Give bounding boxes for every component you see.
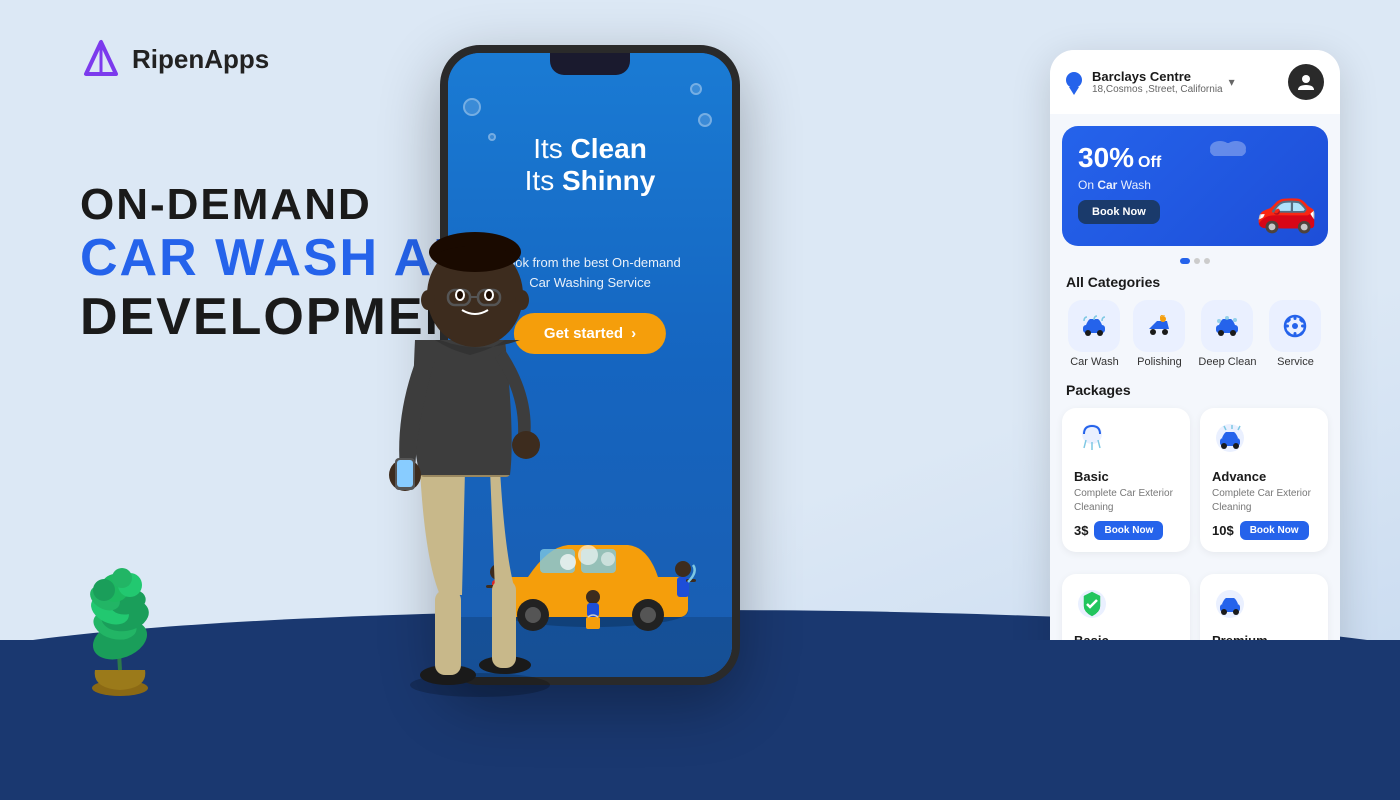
bubble-4 <box>698 113 712 127</box>
basic-package-icon <box>1074 420 1178 463</box>
cloud-icon <box>1208 136 1248 161</box>
user-icon <box>1296 72 1316 92</box>
promo-discount-row: 30% Off <box>1078 142 1312 174</box>
phone-notch <box>550 53 630 75</box>
arrow-icon: › <box>631 325 636 342</box>
basic-price-row: 3$ Book Now <box>1074 521 1178 540</box>
logo-icon <box>80 38 122 80</box>
basic2-icon <box>1074 586 1178 629</box>
promo-dots <box>1050 258 1340 264</box>
car-wash-icon <box>1080 315 1108 337</box>
promo-book-button[interactable]: Book Now <box>1078 200 1160 224</box>
advance-book-button[interactable]: Book Now <box>1240 521 1309 540</box>
car-wash-label: Car Wash <box>1070 356 1119 368</box>
promo-off-text: Off <box>1138 154 1161 172</box>
categories-grid: Car Wash Polishing <box>1050 300 1340 378</box>
character-figure <box>340 140 620 700</box>
promo-banner: 30% Off On Car Wash Book Now 🚗 <box>1062 126 1328 246</box>
service-icon <box>1282 313 1308 339</box>
advance-package-icon <box>1212 420 1316 463</box>
bubble-1 <box>463 98 481 116</box>
advance-price: 10$ <box>1212 523 1234 538</box>
categories-title: All Categories <box>1050 270 1340 300</box>
promo-car-icon: 🚗 <box>1256 177 1318 236</box>
deep-clean-icon <box>1213 315 1241 337</box>
basic-book-button[interactable]: Book Now <box>1094 521 1163 540</box>
promo-discount-text: 30% <box>1078 142 1134 174</box>
location-name: Barclays Centre <box>1092 69 1223 84</box>
user-avatar[interactable] <box>1288 64 1324 100</box>
bubble-2 <box>690 83 702 95</box>
deep-clean-icon-box <box>1201 300 1253 352</box>
category-service[interactable]: Service <box>1269 300 1321 368</box>
shower-icon <box>1074 420 1110 456</box>
chevron-down-icon[interactable]: ▾ <box>1229 75 1235 89</box>
package-advance[interactable]: Advance Complete Car Exterior Cleaning 1… <box>1200 408 1328 552</box>
package-basic[interactable]: Basic Complete Car Exterior Cleaning 3$ … <box>1062 408 1190 552</box>
location-info: Barclays Centre 18,Cosmos ,Street, Calif… <box>1092 69 1223 95</box>
deep-clean-label: Deep Clean <box>1198 356 1256 368</box>
polishing-label: Polishing <box>1137 356 1182 368</box>
basic-price: 3$ <box>1074 523 1088 538</box>
logo: RipenApps <box>80 38 269 80</box>
polishing-icon-box <box>1133 300 1185 352</box>
packages-title: Packages <box>1050 378 1340 408</box>
category-car-wash[interactable]: Car Wash <box>1068 300 1120 368</box>
advance-name: Advance <box>1212 469 1316 484</box>
dot-2 <box>1194 258 1200 264</box>
advance-car-icon <box>1212 420 1248 456</box>
basic-name: Basic <box>1074 469 1178 484</box>
dot-1 <box>1180 258 1190 264</box>
logo-text: RipenApps <box>132 44 269 75</box>
car-wash-icon-box <box>1068 300 1120 352</box>
location-pin-container <box>1066 72 1086 92</box>
service-label: Service <box>1277 356 1314 368</box>
app-header: Barclays Centre 18,Cosmos ,Street, Calif… <box>1050 50 1340 114</box>
location-address: 18,Cosmos ,Street, California <box>1092 84 1223 95</box>
shield-icon <box>1074 586 1110 622</box>
category-deep-clean[interactable]: Deep Clean <box>1198 300 1256 368</box>
premium-car-icon <box>1212 586 1248 622</box>
polishing-icon <box>1145 315 1173 337</box>
location-section: Barclays Centre 18,Cosmos ,Street, Calif… <box>1066 69 1235 95</box>
basic-desc: Complete Car Exterior Cleaning <box>1074 487 1178 515</box>
dot-3 <box>1204 258 1210 264</box>
character-svg <box>340 140 620 700</box>
service-icon-box <box>1269 300 1321 352</box>
location-pin-arrow <box>1069 87 1079 95</box>
advance-desc: Complete Car Exterior Cleaning <box>1212 487 1316 515</box>
plant-svg <box>60 560 180 700</box>
category-polishing[interactable]: Polishing <box>1133 300 1185 368</box>
packages-grid: Basic Complete Car Exterior Cleaning 3$ … <box>1050 408 1340 564</box>
location-pin-circle <box>1066 72 1082 88</box>
plant-decoration <box>60 560 180 700</box>
advance-price-row: 10$ Book Now <box>1212 521 1316 540</box>
premium-icon <box>1212 586 1316 629</box>
